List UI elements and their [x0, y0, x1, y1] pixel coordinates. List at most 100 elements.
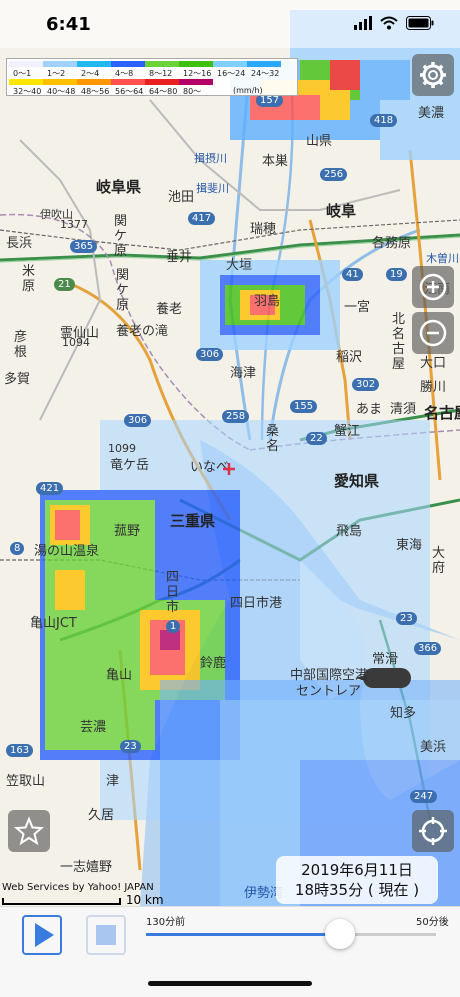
legend-swatch — [111, 79, 145, 85]
map-label: 木曽川 — [426, 252, 459, 265]
map-label: 勝川 — [420, 380, 447, 395]
map-label: 美濃 — [418, 106, 445, 121]
legend-swatch — [111, 61, 145, 67]
map-label: 瑞穂 — [250, 222, 277, 237]
map-label: 愛知県 — [334, 472, 380, 490]
map-label: 彦根 — [14, 330, 28, 360]
legend-label: 12～16 — [183, 69, 212, 78]
map-label: 北名古屋 — [392, 312, 406, 372]
legend-label: 56～64 — [115, 87, 144, 96]
legend-swatch — [9, 61, 43, 67]
route-marker: 365 — [70, 240, 98, 253]
settings-button[interactable] — [412, 54, 454, 96]
map-label: 稲沢 — [336, 350, 363, 365]
legend-label: 2～4 — [81, 69, 100, 78]
map-label: 美浜 — [420, 740, 447, 755]
home-indicator — [148, 981, 312, 986]
route-marker: 163 — [6, 744, 34, 757]
route-marker: 23 — [120, 740, 141, 753]
locate-button[interactable] — [412, 810, 454, 852]
map-credit[interactable]: Web Services by Yahoo! JAPAN — [2, 882, 154, 893]
airport-icon — [355, 668, 411, 688]
map-label: 四日市港 — [230, 596, 283, 611]
map-label: 1099 — [108, 442, 136, 455]
legend-label: 0～1 — [13, 69, 32, 78]
map-label: 揖摂川 — [194, 152, 227, 165]
zoom-out-icon — [419, 319, 447, 347]
map-label: 各務原 — [372, 236, 412, 251]
route-marker: 306 — [196, 348, 224, 361]
map-label: 大口 — [420, 356, 447, 371]
map-label: 大府 — [432, 546, 446, 576]
map-label: 関ケ原 — [116, 268, 130, 313]
clock: 6:41 — [46, 14, 91, 35]
map-label: 知多 — [390, 706, 417, 721]
status-bar: 6:41 — [0, 0, 460, 48]
map-label: 1094 — [62, 336, 90, 349]
legend-label: 4～8 — [115, 69, 134, 78]
map-label: 鈴鹿 — [200, 656, 227, 671]
map-label: 飛島 — [336, 524, 363, 539]
map-label: 名古屋 — [424, 404, 460, 422]
route-marker: 306 — [124, 414, 152, 427]
map-label: 竜ケ岳 — [110, 458, 150, 473]
legend-swatch — [43, 61, 77, 67]
map-label: 常滑 — [372, 652, 399, 667]
route-marker: 19 — [386, 268, 407, 281]
legend-swatch — [77, 61, 111, 67]
map-label: 揖斐川 — [196, 182, 229, 195]
route-marker: 23 — [396, 612, 417, 625]
route-marker: 247 — [410, 790, 438, 803]
legend-swatch — [43, 79, 77, 85]
map-label: 海津 — [230, 366, 257, 381]
map-label: 三重県 — [170, 512, 216, 530]
map-label: 芸濃 — [80, 720, 107, 735]
timeline-knob[interactable] — [325, 919, 356, 949]
map-label: 長浜 — [6, 236, 33, 251]
zoom-in-button[interactable] — [412, 266, 454, 308]
scale-line-icon — [2, 897, 121, 905]
play-button[interactable] — [22, 915, 62, 955]
time-text: 18時35分 ( 現在 ) — [294, 881, 420, 899]
legend-label: 48～56 — [81, 87, 110, 96]
map-label: 桑名 — [266, 424, 280, 454]
map-label: 大垣 — [226, 258, 253, 273]
legend-swatch — [77, 79, 111, 85]
route-marker: 258 — [222, 410, 250, 423]
map-label: 池田 — [168, 190, 195, 205]
wifi-icon — [380, 16, 398, 30]
map-label: 関ケ原 — [114, 214, 128, 259]
map-label: 垂井 — [166, 250, 193, 265]
center-marker-icon — [223, 463, 235, 475]
timeline-slider[interactable] — [146, 919, 436, 949]
map-label: 岐阜県 — [96, 178, 142, 196]
legend-swatch — [179, 79, 213, 85]
map-label: 津 — [106, 774, 120, 789]
map-label: 久居 — [88, 808, 115, 823]
legend-label: 40～48 — [47, 87, 76, 96]
map-label: 一志嬉野 — [60, 860, 113, 875]
battery-icon — [406, 16, 434, 30]
rain-radar-map[interactable]: 岐阜県 伊吹山 1377 長浜 米原 関ケ原 関ケ原 垂井 大垣 池田 揖斐川 … — [0, 0, 460, 906]
legend-swatch — [213, 61, 247, 67]
legend-label: 24～32 — [251, 69, 280, 78]
rainfall-legend: 0～1 1～2 2～4 4～8 8～12 12～16 16～24 24～32 32～40 40～4… — [6, 58, 298, 96]
map-label: あま — [356, 402, 383, 417]
route-marker: 302 — [352, 378, 380, 391]
legend-label: 8～12 — [149, 69, 173, 78]
route-marker: 256 — [320, 168, 348, 181]
legend-unit: (mm/h) — [233, 86, 263, 95]
map-label: 笠取山 — [6, 774, 46, 789]
zoom-out-button[interactable] — [412, 312, 454, 354]
favorite-button[interactable] — [8, 810, 50, 852]
legend-label: 80～ — [183, 87, 202, 96]
map-label: 東海 — [396, 538, 423, 553]
timeline-end-label: 50分後 — [416, 917, 449, 928]
map-label: 一宮 — [344, 300, 371, 315]
stop-button[interactable] — [86, 915, 126, 955]
map-label: 米原 — [22, 264, 36, 294]
map-label: 亀山 — [106, 668, 133, 683]
signal-icon — [354, 16, 372, 30]
map-label: 蟹江 — [334, 424, 361, 439]
route-marker: 21 — [54, 278, 75, 291]
